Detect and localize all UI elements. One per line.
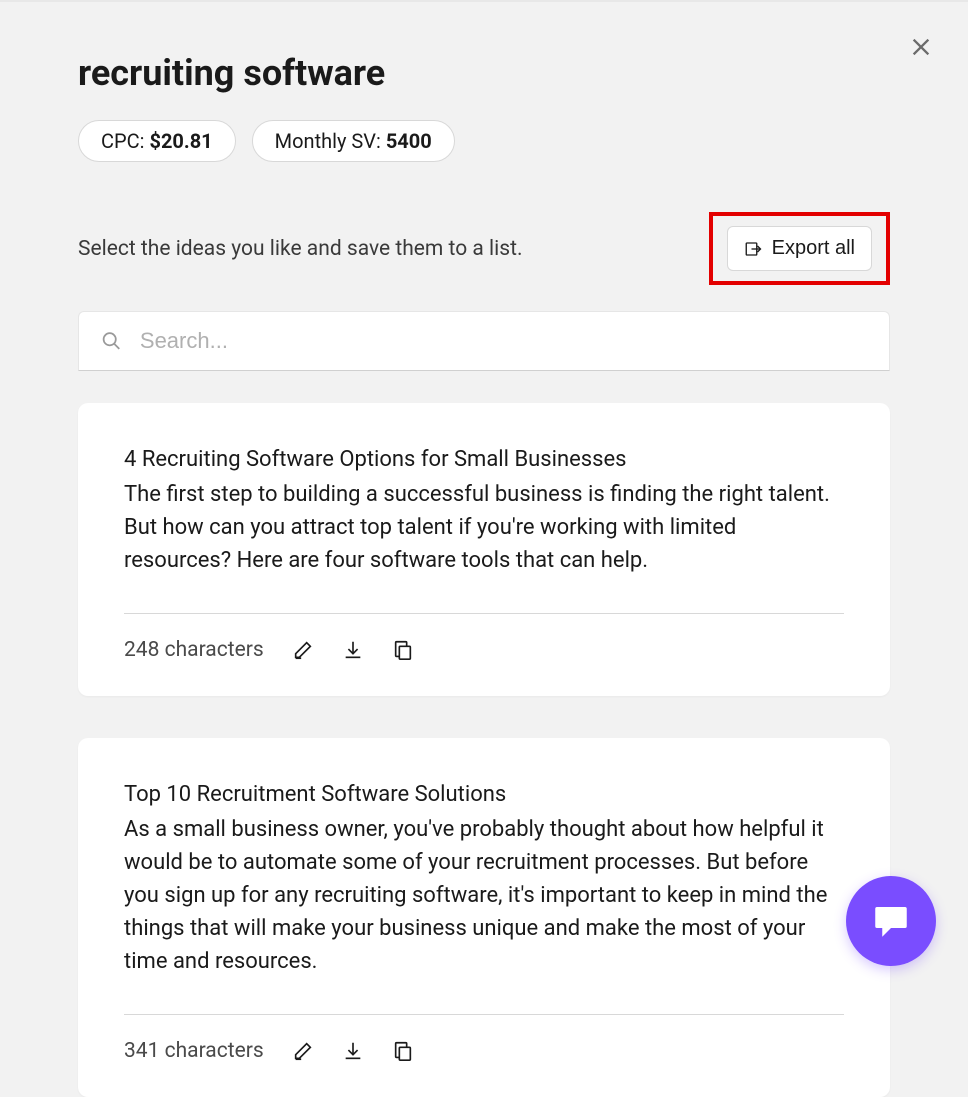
copy-icon xyxy=(392,1040,414,1062)
char-count: 341 characters xyxy=(124,1039,264,1063)
search-input[interactable] xyxy=(140,328,867,354)
copy-icon xyxy=(392,639,414,661)
idea-card[interactable]: Top 10 Recruitment Software Solutions As… xyxy=(78,738,890,1097)
export-all-button[interactable]: Export all xyxy=(727,226,872,271)
search-icon xyxy=(101,330,122,352)
idea-title: 4 Recruiting Software Options for Small … xyxy=(124,443,844,476)
chat-icon xyxy=(870,900,912,942)
chat-button[interactable] xyxy=(846,876,936,966)
search-box[interactable] xyxy=(78,311,890,371)
page-title: recruiting software xyxy=(78,52,890,94)
pencil-icon xyxy=(292,1040,314,1062)
download-icon xyxy=(342,1040,364,1062)
idea-body: The first step to building a successful … xyxy=(124,478,844,577)
idea-title: Top 10 Recruitment Software Solutions xyxy=(124,778,844,811)
metrics-row: CPC: $20.81 Monthly SV: 5400 xyxy=(78,120,890,162)
edit-button[interactable] xyxy=(292,639,314,661)
cpc-pill: CPC: $20.81 xyxy=(78,120,236,162)
pencil-icon xyxy=(292,639,314,661)
idea-body: As a small business owner, you've probab… xyxy=(124,813,844,978)
idea-card[interactable]: 4 Recruiting Software Options for Small … xyxy=(78,403,890,696)
char-count: 248 characters xyxy=(124,638,264,662)
export-highlight-box: Export all xyxy=(709,212,890,285)
edit-button[interactable] xyxy=(292,1040,314,1062)
card-divider xyxy=(124,1014,844,1015)
sv-label: Monthly SV: xyxy=(275,129,386,153)
cpc-label: CPC: xyxy=(101,129,149,153)
download-button[interactable] xyxy=(342,1040,364,1062)
copy-button[interactable] xyxy=(392,639,414,661)
instructions-text: Select the ideas you like and save them … xyxy=(78,237,523,261)
download-icon xyxy=(342,639,364,661)
sv-value: 5400 xyxy=(386,129,432,153)
export-label: Export all xyxy=(772,237,855,260)
export-icon xyxy=(744,240,762,258)
monthly-sv-pill: Monthly SV: 5400 xyxy=(252,120,455,162)
copy-button[interactable] xyxy=(392,1040,414,1062)
download-button[interactable] xyxy=(342,639,364,661)
card-divider xyxy=(124,613,844,614)
cpc-value: $20.81 xyxy=(149,129,212,153)
